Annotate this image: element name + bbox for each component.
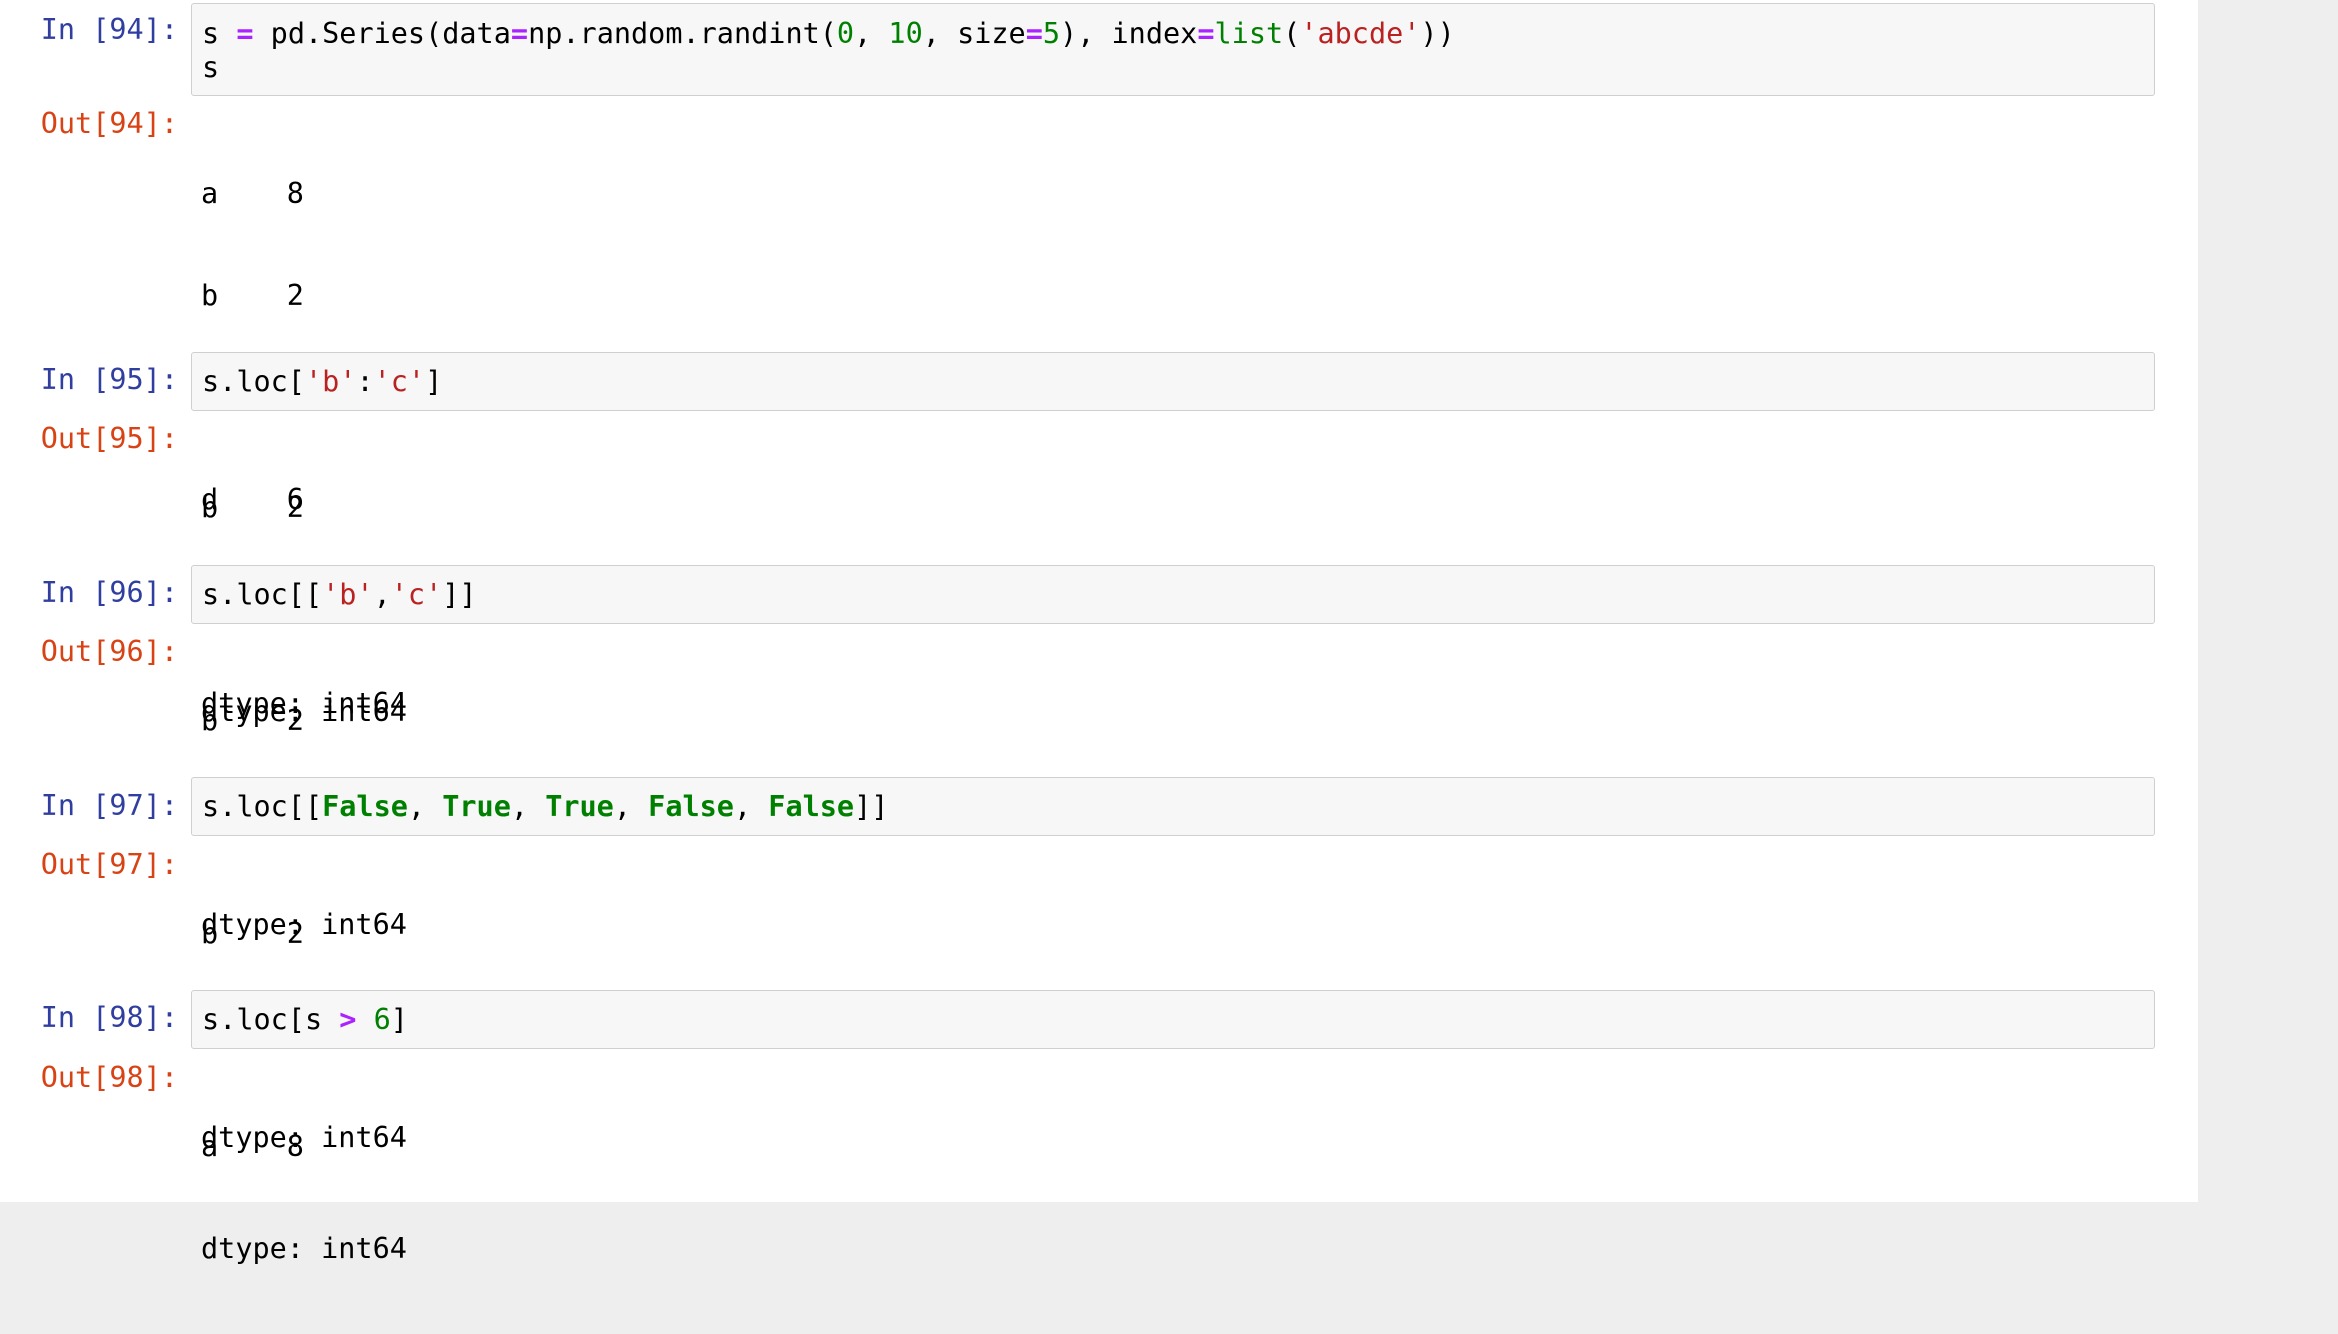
- output-line: a 8: [201, 177, 304, 210]
- code-token: s.loc[: [202, 365, 305, 398]
- code-input[interactable]: s.loc[s > 6]: [191, 990, 2155, 1049]
- output-prompt: Out[97]:: [40, 848, 178, 881]
- input-prompt: In [96]:: [40, 576, 178, 609]
- notebook-panel: In [94]: s = pd.Series(data=np.random.ra…: [0, 0, 2198, 1265]
- code-token: s: [202, 51, 220, 84]
- code-token: ,: [510, 790, 546, 823]
- code-token: ]]: [854, 790, 889, 823]
- code-token: =: [510, 17, 529, 50]
- code-line: s.loc[[False, True, True, False, False]]: [202, 790, 2144, 824]
- code-input[interactable]: s = pd.Series(data=np.random.randint(0, …: [191, 3, 2155, 96]
- code-token: pd.Series(data: [253, 17, 511, 50]
- input-prompt: In [98]:: [40, 1001, 178, 1034]
- code-token: ,: [733, 790, 769, 823]
- output-line: b 2: [201, 279, 304, 312]
- code-token: s: [202, 17, 237, 50]
- code-token: s.loc[[: [202, 578, 323, 611]
- code-token: s.loc[[: [202, 790, 323, 823]
- code-token: ]]: [442, 578, 477, 611]
- code-token: np.random.randint(: [528, 17, 837, 50]
- output-line: b 2: [201, 704, 304, 737]
- right-gutter: [2198, 0, 2338, 1202]
- output-prompt: Out[96]:: [40, 635, 178, 668]
- code-token: 'b': [304, 365, 357, 398]
- code-token: 5: [1042, 17, 1061, 50]
- code-token: 6: [373, 1003, 391, 1036]
- code-input[interactable]: s.loc['b':'c']: [191, 352, 2155, 411]
- output-prompt: Out[98]:: [40, 1061, 178, 1094]
- code-token: ]: [425, 365, 443, 398]
- code-token: ,: [407, 790, 443, 823]
- code-token: False: [648, 790, 734, 823]
- code-line: s: [202, 51, 2144, 85]
- input-prompt: In [94]:: [40, 13, 178, 46]
- input-prompt: In [95]:: [40, 363, 178, 396]
- code-input[interactable]: s.loc[['b','c']]: [191, 565, 2155, 624]
- output-prompt: Out[95]:: [40, 422, 178, 455]
- code-token: True: [545, 790, 614, 823]
- code-token: 'c': [390, 578, 443, 611]
- code-token: 'b': [322, 578, 374, 611]
- output-prompt: Out[94]:: [40, 107, 178, 140]
- code-token: , size: [922, 17, 1026, 50]
- output-line: dtype: int64: [201, 1232, 407, 1265]
- code-token: :: [356, 365, 374, 398]
- code-token: ,: [854, 17, 889, 50]
- code-token: 'abcde': [1300, 17, 1421, 50]
- code-input[interactable]: s.loc[[False, True, True, False, False]]: [191, 777, 2155, 836]
- code-token: )): [1420, 17, 1455, 50]
- code-token: False: [322, 790, 408, 823]
- input-prompt: In [97]:: [40, 789, 178, 822]
- code-token: False: [768, 790, 855, 823]
- code-line: s.loc[['b','c']]: [202, 578, 2144, 612]
- code-token: >: [339, 1003, 357, 1036]
- code-line: s = pd.Series(data=np.random.randint(0, …: [202, 17, 2144, 51]
- code-token: 'c': [373, 365, 426, 398]
- code-token: (: [1283, 17, 1301, 50]
- code-line: s.loc[s > 6]: [202, 1003, 2144, 1037]
- code-token: 10: [888, 17, 923, 50]
- code-token: s.loc[s: [202, 1003, 340, 1036]
- output-line: b 2: [201, 917, 304, 950]
- code-token: 0: [836, 17, 855, 50]
- code-token: ), index: [1060, 17, 1198, 50]
- code-token: list: [1214, 17, 1284, 50]
- code-token: ,: [373, 578, 391, 611]
- code-token: ,: [613, 790, 649, 823]
- code-token: =: [1025, 17, 1043, 50]
- output-line: a 8: [201, 1130, 304, 1163]
- code-token: =: [1197, 17, 1215, 50]
- code-token: ]: [390, 1003, 408, 1036]
- code-token: =: [236, 17, 254, 50]
- output-line: b 2: [201, 491, 304, 524]
- code-line: s.loc['b':'c']: [202, 365, 2144, 399]
- code-token: True: [442, 790, 511, 823]
- cell-output: a 8 dtype: int64: [201, 1062, 407, 1334]
